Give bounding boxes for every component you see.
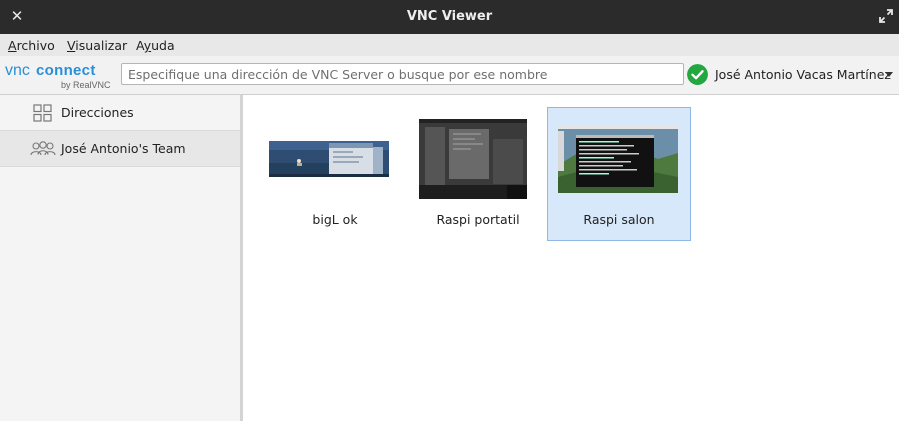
logo-vnc: vnc [5, 62, 30, 79]
vnc-connect-logo-graphic: vnc connect by RealVNC [5, 62, 111, 90]
menu-bar: Archivo Visualizar Ayuda [0, 34, 899, 56]
computer-thumbnail [419, 119, 527, 199]
computer-tile-bigl[interactable]: bigL ok [263, 108, 407, 242]
menu-archivo-rest: rchivo [16, 38, 55, 53]
computer-label: Raspi salon [583, 212, 655, 227]
menu-archivo[interactable]: Archivo [8, 38, 55, 53]
computers-panel: bigL ok Raspi portatil Raspi salon [243, 95, 899, 421]
computer-label: Raspi portatil [436, 212, 520, 227]
vnc-connect-logo: vnc connect by RealVNC [5, 59, 113, 91]
menu-ayuda[interactable]: Ayuda [136, 38, 175, 53]
computer-thumbnail [558, 125, 678, 193]
check-icon [687, 64, 708, 85]
team-icon [30, 141, 56, 156]
computer-tile-raspi-portatil[interactable]: Raspi portatil [406, 108, 550, 242]
computer-label: bigL ok [312, 212, 358, 227]
sidebar: Direcciones José Antonio's Team [0, 95, 243, 421]
computer-tile-raspi-salon[interactable]: Raspi salon [547, 107, 691, 241]
menu-archivo-mnemonic: A [8, 38, 17, 53]
chevron-down-icon[interactable] [885, 72, 893, 77]
search-input[interactable] [121, 63, 684, 85]
logo-by-realvnc: by RealVNC [61, 80, 111, 90]
logo-connect: connect [36, 62, 96, 79]
sidebar-item-team[interactable]: José Antonio's Team [0, 130, 240, 167]
sidebar-item-label: José Antonio's Team [61, 141, 186, 156]
account-menu[interactable]: José Antonio Vacas Martínez [687, 64, 895, 86]
maximize-icon[interactable] [879, 9, 893, 23]
menu-ayuda-rest: uda [151, 38, 175, 53]
menu-ayuda-prefix: A [136, 38, 144, 53]
sidebar-item-direcciones[interactable]: Direcciones [0, 95, 240, 130]
menu-visualizar[interactable]: Visualizar [67, 38, 127, 53]
account-name: José Antonio Vacas Martínez [715, 67, 891, 82]
sidebar-item-label: Direcciones [61, 105, 134, 120]
menu-visualizar-rest: isualizar [75, 38, 128, 53]
computer-thumbnail [269, 141, 389, 177]
grid-icon [33, 104, 52, 122]
toolbar: vnc connect by RealVNC José Antonio Vaca… [0, 56, 899, 95]
menu-ayuda-mnemonic: y [143, 38, 152, 53]
window-title: VNC Viewer [406, 9, 493, 24]
title-bar: ✕ VNC Viewer [0, 0, 899, 34]
